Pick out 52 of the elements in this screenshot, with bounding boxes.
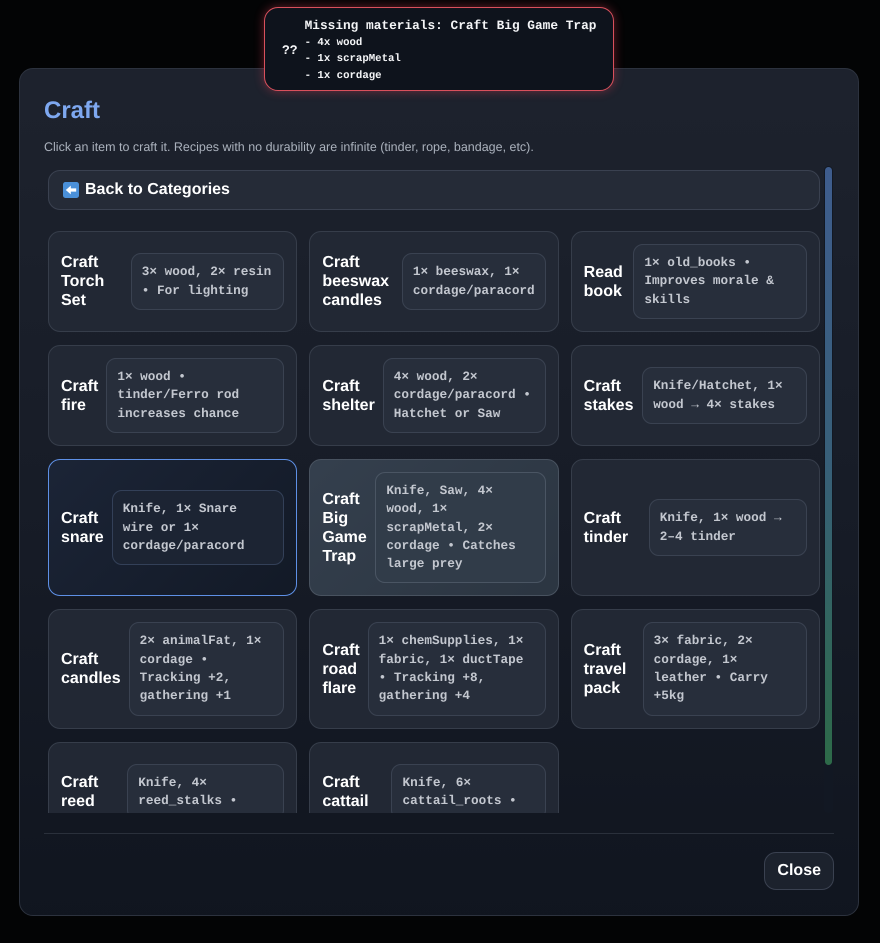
recipe-card[interactable]: Craft reed Knife, 4× reed_stalks • — [48, 742, 298, 813]
requirements-box: Knife, Saw, 4× wood, 1× scrapMetal, 2× cordage • Catches large prey — [375, 472, 546, 584]
back-to-categories-button[interactable]: Back to Categories — [48, 170, 820, 210]
missing-item: - 1x cordage — [304, 68, 383, 84]
requirements-box: Knife/Hatchet, 1× wood → 4× stakes — [642, 367, 807, 424]
requirements-box: Knife, 6× cattail_roots • — [391, 764, 546, 813]
recipe-title: Craft road flare — [322, 640, 360, 698]
recipe-title: Craft fire — [61, 376, 98, 414]
recipe-title: Craft snare — [61, 508, 104, 547]
requirements-box: 1× old_books • Improves morale & skills — [633, 244, 807, 319]
recipe-card[interactable]: Read book 1× old_books • Improves morale & skills — [570, 231, 820, 332]
recipe-card[interactable]: Craft fire 1× wood • tinder/Ferro rod increases chance — [48, 345, 298, 446]
dialog-description: Click an item to craft it. Recipes with no durability are infinite (tinder, rope, bandage, etc). — [44, 139, 535, 155]
missing-item: - 1x scrapMetal — [304, 52, 402, 68]
recipe-title: Craft reed — [61, 773, 100, 812]
recipe-card[interactable]: Craft cattail Knife, 6× cattail_roots • — [309, 742, 559, 813]
recipe-title: Craft cattail — [322, 773, 370, 812]
requirements-box: Knife, 4× reed_stalks • — [127, 764, 284, 813]
dialog-title: Craft — [44, 96, 102, 125]
scrollbar-thumb[interactable] — [825, 167, 832, 765]
recipe-title: Craft shelter — [322, 376, 375, 414]
recipe-card[interactable]: Craft Torch Set 3× wood, 2× resin • For lighting — [48, 231, 298, 332]
recipe-card[interactable]: Craft road flare 1× chemSupplies, 1× fabric, 1× ductTape • Tracking +8, gathering +4 — [309, 609, 559, 729]
requirements-box: 4× wood, 2× cordage/paracord • Hatchet or Saw — [382, 358, 546, 433]
recipe-card[interactable]: Craft beeswax candles 1× beeswax, 1× cordage/paracord — [309, 231, 559, 332]
recipe-title: Craft candles — [61, 650, 121, 688]
recipe-title: Craft stakes — [584, 376, 634, 414]
requirements-box: 1× beeswax, 1× cordage/paracord — [402, 253, 546, 310]
close-button[interactable]: Close — [764, 852, 834, 890]
recipe-card[interactable]: Craft Big Game Trap Knife, Saw, 4× wood, 1× scrapMetal, 2× cordage • Catches large prey — [309, 459, 559, 596]
recipe-card[interactable]: Craft snare Knife, 1× Snare wire or 1× cordage/paracord — [48, 459, 298, 596]
requirements-box: 1× chemSupplies, 1× fabric, 1× ductTape • Tracking +8, gathering +4 — [368, 622, 546, 716]
missing-item: - 4x wood — [304, 36, 364, 51]
recipe-title: Read book — [584, 262, 624, 300]
requirements-box: 3× wood, 2× resin • For lighting — [130, 253, 284, 310]
requirements-box: 1× wood • tinder/Ferro rod increases chance — [106, 358, 284, 433]
recipe-title: Craft tinder — [584, 508, 630, 547]
recipe-title: Craft beeswax candles — [322, 253, 390, 310]
requirements-box: 3× fabric, 2× cordage, 1× leather • Carry +5kg — [642, 622, 807, 716]
recipe-card[interactable]: Craft tinder Knife, 1× wood → 2–4 tinder — [570, 459, 820, 596]
recipe-card[interactable]: Craft candles 2× animalFat, 1× cordage • Tracking +2, gathering +1 — [48, 609, 298, 729]
recipe-title: Craft travel pack — [584, 640, 628, 698]
question-mark-text: ?? — [282, 42, 298, 59]
recipe-title: Craft Torch Set — [61, 253, 106, 310]
requirements-box: Knife, 1× wood → 2–4 tinder — [648, 499, 807, 556]
requirements-box: 2× animalFat, 1× cordage • Tracking +2, gathering +1 — [128, 622, 284, 716]
recipe-card[interactable]: Craft travel pack 3× fabric, 2× cordage, 1× leather • Carry +5kg — [570, 609, 820, 729]
requirements-box: Knife, 1× Snare wire or 1× cordage/paracord — [112, 490, 284, 566]
recipe-card[interactable]: Craft shelter 4× wood, 2× cordage/paracord • Hatchet or Saw — [309, 345, 559, 446]
recipe-card[interactable]: Craft stakes Knife/Hatchet, 1× wood → 4× stakes — [570, 345, 820, 446]
recipe-title: Craft Big Game Trap — [322, 490, 368, 566]
tooltip-title: Missing materials: Craft Big Game Trap — [304, 16, 596, 34]
